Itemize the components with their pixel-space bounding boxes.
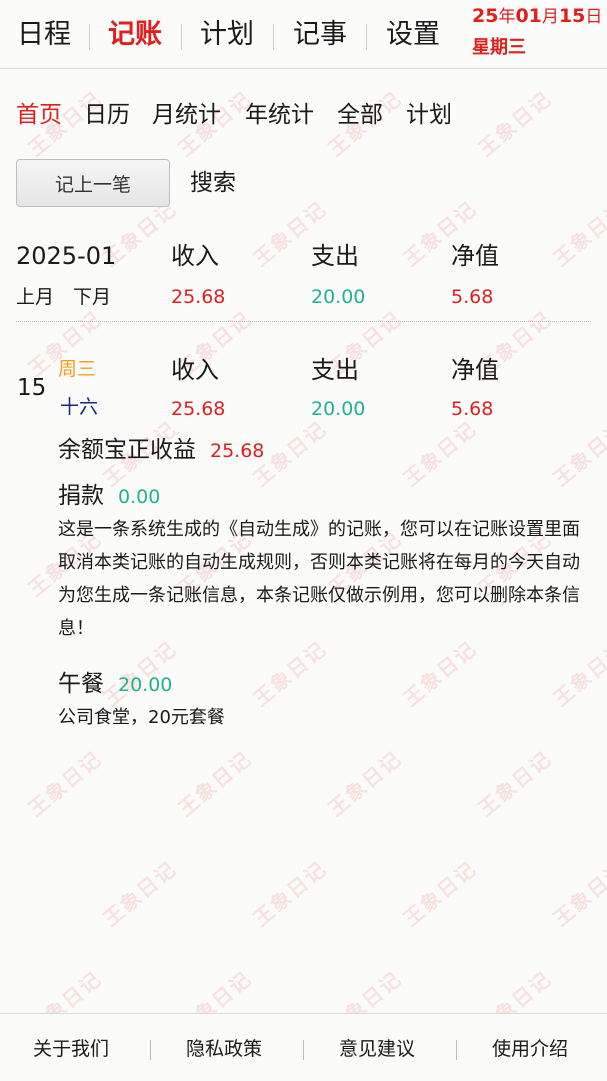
footer-divider [303,1040,304,1060]
nav-accounting[interactable]: 记账 [108,16,162,54]
nav-divider [366,24,367,50]
nav-schedule[interactable]: 日程 [17,16,71,54]
watermark-text: 王象日记 [98,856,182,932]
nav-divider [273,24,274,50]
next-month-link[interactable]: 下月 [73,284,111,310]
entry-amount: 0.00 [118,486,161,508]
watermark-text: 王象日记 [23,746,107,822]
footer-divider [150,1040,151,1060]
watermark-text: 王象日记 [173,966,257,1013]
subnav-plan[interactable]: 计划 [406,98,452,132]
month-net-value: 5.68 [451,286,494,308]
date-weekday: 星期三 [472,37,526,58]
date-year-unit: 年 [498,7,516,27]
date-line: 25年01月15日 [472,2,607,31]
prev-month-link[interactable]: 上月 [16,284,54,310]
watermark-text: 王象日记 [398,856,482,932]
entry-amount: 25.68 [210,440,265,462]
day-weekday: 周三 [58,358,97,380]
search-link[interactable]: 搜索 [190,166,236,200]
watermark-text: 王象日记 [23,966,107,1013]
day-expense-value: 20.00 [311,398,366,420]
day-income-value: 25.68 [171,398,226,420]
day-expense-label: 支出 [311,356,359,384]
entry-title: 捐款 [58,483,104,509]
footer-guide-link[interactable]: 使用介绍 [492,1036,568,1062]
day-income-label: 收入 [171,356,219,384]
month-period: 2025-01 [16,242,117,270]
entry-item[interactable]: 捐款 0.00 [58,480,160,513]
footer-divider [456,1040,457,1060]
subnav-yearly-stats[interactable]: 年统计 [245,98,314,132]
entry-description: 这是一条系统生成的《自动生成》的记账，您可以在记账设置里面取消本类记账的自动生成… [58,519,580,639]
entry-title: 余额宝正收益 [58,437,196,463]
entry-amount: 20.00 [118,674,173,696]
footer-feedback-link[interactable]: 意见建议 [339,1036,415,1062]
subnav-home[interactable]: 首页 [16,98,62,132]
footer-about-link[interactable]: 关于我们 [33,1036,109,1062]
nav-divider [181,24,182,50]
month-income-label: 收入 [171,242,219,270]
date-day-unit: 日 [585,7,603,27]
footer: 关于我们 隐私政策 意见建议 使用介绍 [0,1013,607,1081]
watermark-text: 王象日记 [323,746,407,822]
nav-notes[interactable]: 记事 [293,16,347,54]
subnav-calendar[interactable]: 日历 [84,98,130,132]
watermark-text: 王象日记 [548,856,607,932]
subnav-monthly-stats[interactable]: 月统计 [152,98,221,132]
section-divider [16,321,591,322]
month-income-value: 25.68 [171,286,226,308]
nav-plan[interactable]: 计划 [200,16,254,54]
add-record-button[interactable]: 记上一笔 [16,159,170,207]
date-day: 15 [558,5,586,27]
watermark-text: 王象日记 [323,966,407,1013]
entry-item[interactable]: 午餐 20.00 [58,668,172,701]
month-expense-label: 支出 [311,242,359,270]
watermark-text: 王象日记 [473,86,557,162]
subnav-all[interactable]: 全部 [337,98,383,132]
watermark-text: 王象日记 [398,416,482,492]
current-date: 25年01月15日 星期三 [472,2,607,61]
month-net-label: 净值 [451,242,499,270]
footer-privacy-link[interactable]: 隐私政策 [186,1036,262,1062]
entry-item[interactable]: 余额宝正收益 25.68 [58,434,264,467]
watermark-text: 王象日记 [548,196,607,272]
nav-divider [89,24,90,50]
day-net-value: 5.68 [451,398,494,420]
watermark-text: 王象日记 [248,856,332,932]
watermark-text: 王象日记 [173,746,257,822]
date-month: 01 [515,5,542,27]
day-net-label: 净值 [451,356,499,384]
watermark-text: 王象日记 [548,416,607,492]
day-number: 15 [17,375,47,401]
top-navigation: 日程 记账 计划 记事 设置 25年01月15日 星期三 [0,0,607,69]
nav-settings[interactable]: 设置 [386,16,440,54]
day-lunar-date: 十六 [60,396,99,418]
month-expense-value: 20.00 [311,286,366,308]
watermark-text: 王象日记 [473,966,557,1013]
entry-description: 公司食堂，20元套餐 [58,707,225,728]
date-month-unit: 月 [541,7,559,27]
watermark-text: 王象日记 [473,746,557,822]
date-year: 25 [472,5,499,27]
entry-title: 午餐 [58,671,104,697]
